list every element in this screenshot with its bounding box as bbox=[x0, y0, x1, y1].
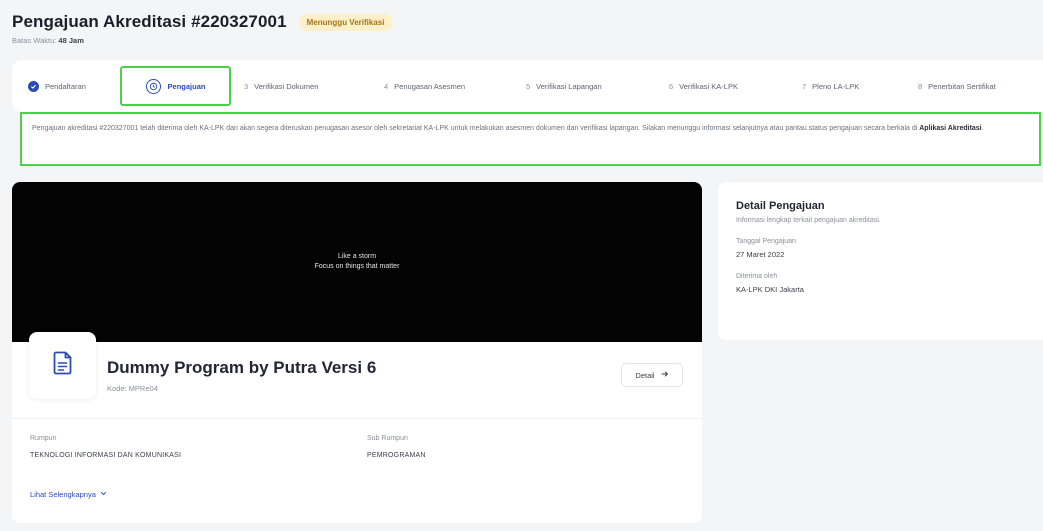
arrow-right-icon bbox=[661, 370, 669, 380]
step-pengajuan[interactable]: Pengajuan bbox=[120, 66, 231, 106]
detail-button[interactable]: Detail bbox=[621, 363, 683, 387]
submission-date-label: Tanggal Pengajuan bbox=[736, 238, 796, 245]
program-name: Dummy Program by Putra Versi 6 bbox=[107, 358, 377, 377]
document-icon bbox=[53, 351, 73, 380]
page: Pengajuan Akreditasi #220327001 Menunggu… bbox=[0, 0, 1043, 531]
title-row: Pengajuan Akreditasi #220327001 Menunggu… bbox=[12, 12, 393, 32]
step-verifikasi-lapangan[interactable]: 5 Verifikasi Lapangan bbox=[526, 60, 602, 112]
show-more-link[interactable]: Lihat Selengkapnya bbox=[30, 490, 107, 499]
page-header: Pengajuan Akreditasi #220327001 Menunggu… bbox=[12, 12, 393, 45]
notice-end: . bbox=[981, 125, 984, 132]
step-number: 5 bbox=[526, 81, 531, 91]
submission-date-value: 27 Maret 2022 bbox=[736, 250, 785, 259]
deadline-text: Batas Waktu: 48 Jam bbox=[12, 36, 392, 45]
sub-rumpun-label: Sub Rumpun bbox=[367, 435, 408, 442]
step-pendaftaran[interactable]: Pendaftaran bbox=[28, 60, 86, 112]
step-number: 6 bbox=[669, 81, 674, 91]
page-title: Pengajuan Akreditasi #220327001 bbox=[12, 12, 287, 31]
divider bbox=[12, 418, 702, 419]
check-circle-icon bbox=[28, 80, 39, 92]
rumpun-label: Rumpun bbox=[30, 435, 57, 442]
step-label: Pleno LA-LPK bbox=[812, 81, 860, 91]
notice-text: Pengajuan akreditasi #220327001 telah di… bbox=[32, 125, 918, 132]
step-label: Verifikasi KA-LPK bbox=[679, 81, 738, 91]
step-label: Pendaftaran bbox=[45, 81, 86, 91]
rumpun-value: TEKNOLOGI INFORMASI DAN KOMUNIKASI bbox=[30, 452, 182, 459]
step-verifikasi-ka-lpk[interactable]: 6 Verifikasi KA-LPK bbox=[669, 60, 738, 112]
step-label: Penugasan Asesmen bbox=[394, 81, 466, 91]
step-number: 7 bbox=[802, 81, 807, 91]
step-number: 4 bbox=[384, 81, 389, 91]
program-card: Like a storm Focus on things that matter… bbox=[12, 182, 702, 523]
step-label: Pengajuan bbox=[167, 81, 206, 91]
status-badge: Menunggu Verifikasi bbox=[298, 13, 393, 31]
program-thumbnail bbox=[29, 332, 96, 399]
video-caption-line2: Focus on things that matter bbox=[314, 263, 400, 270]
clock-icon bbox=[145, 78, 161, 94]
step-label: Penerbitan Sertifikat bbox=[928, 81, 996, 91]
step-penerbitan-sertifikat[interactable]: 8 Penerbitan Sertifikat bbox=[918, 60, 996, 112]
step-number: 3 bbox=[244, 81, 249, 91]
chevron-down-icon bbox=[100, 490, 107, 499]
step-number: 8 bbox=[918, 81, 923, 91]
detail-card: Detail Pengajuan Informasi lengkap terka… bbox=[718, 182, 1043, 340]
deadline-label: Batas Waktu: bbox=[12, 36, 57, 45]
detail-button-label: Detail bbox=[635, 370, 655, 380]
step-label: Verifikasi Lapangan bbox=[536, 81, 602, 91]
progress-steps: Pendaftaran Pengajuan 3 Verifikasi Dokum… bbox=[12, 60, 1043, 112]
step-label: Verifikasi Dokumen bbox=[254, 81, 319, 91]
received-by-value: KA-LPK DKI Jakarta bbox=[736, 285, 804, 294]
video-banner[interactable]: Like a storm Focus on things that matter bbox=[12, 182, 702, 342]
sub-rumpun-value: PEMROGRAMAN bbox=[367, 452, 426, 459]
detail-subtitle: Informasi lengkap terkait pengajuan akre… bbox=[736, 217, 881, 224]
info-notice: Pengajuan akreditasi #220327001 telah di… bbox=[20, 112, 1041, 166]
deadline-value: 48 Jam bbox=[58, 36, 84, 45]
program-code: Kode: MPRe04 bbox=[107, 384, 158, 393]
notice-link[interactable]: Aplikasi Akreditasi bbox=[919, 125, 981, 132]
received-by-label: Diterima oleh bbox=[736, 273, 778, 280]
detail-title: Detail Pengajuan bbox=[736, 200, 825, 212]
step-verifikasi-dokumen[interactable]: 3 Verifikasi Dokumen bbox=[244, 60, 318, 112]
step-penugasan-asesmen[interactable]: 4 Penugasan Asesmen bbox=[384, 60, 465, 112]
step-pleno-la-lpk[interactable]: 7 Pleno LA-LPK bbox=[802, 60, 859, 112]
show-more-label: Lihat Selengkapnya bbox=[30, 490, 96, 499]
video-caption-line1: Like a storm bbox=[337, 253, 377, 260]
